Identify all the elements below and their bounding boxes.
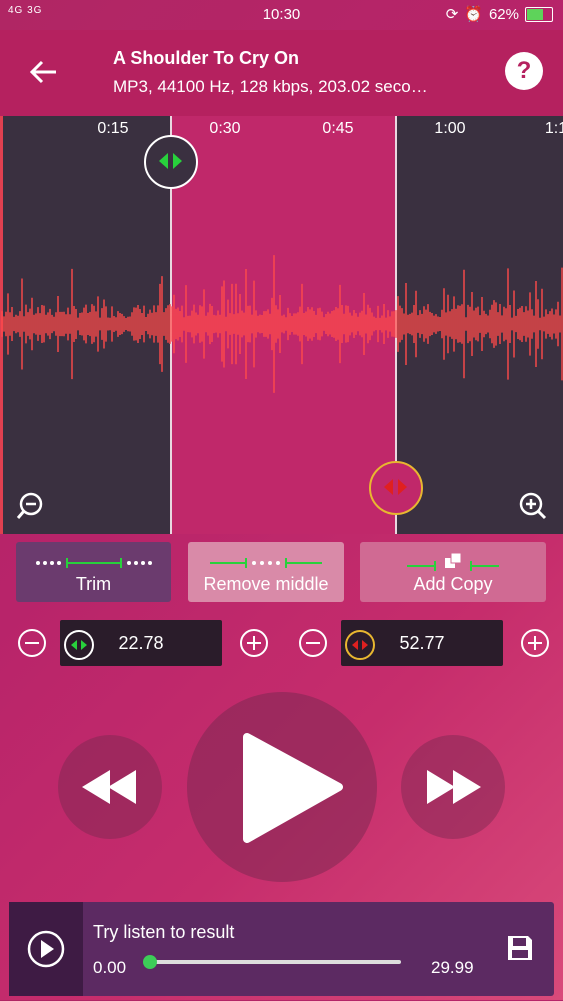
result-progress-thumb[interactable] bbox=[143, 955, 157, 969]
remove-middle-button[interactable]: Remove middle bbox=[188, 542, 344, 602]
add-copy-icon bbox=[407, 552, 499, 571]
start-decrease-button[interactable] bbox=[18, 629, 46, 657]
zoom-out-icon[interactable] bbox=[15, 491, 45, 521]
battery-icon bbox=[525, 6, 553, 22]
add-copy-button[interactable]: Add Copy bbox=[360, 542, 546, 602]
status-bar: 4G 3G 10:30 ⟳ ⏰ 62% bbox=[0, 0, 563, 30]
zoom-in-icon[interactable] bbox=[518, 491, 548, 521]
app-header: A Shoulder To Cry On MP3, 44100 Hz, 128 … bbox=[0, 30, 563, 116]
track-info: MP3, 44100 Hz, 128 kbps, 203.02 seco… bbox=[113, 77, 428, 96]
end-increase-button[interactable] bbox=[521, 629, 549, 657]
result-play-button[interactable] bbox=[9, 902, 83, 996]
back-arrow-icon[interactable] bbox=[28, 56, 60, 88]
save-icon[interactable] bbox=[506, 934, 534, 962]
result-progress-track[interactable] bbox=[151, 960, 401, 964]
waveform-path bbox=[1, 255, 563, 393]
remove-middle-icon bbox=[210, 558, 322, 568]
rewind-icon bbox=[82, 770, 136, 804]
start-value-field[interactable]: 22.78 bbox=[60, 620, 222, 666]
result-caption: Try listen to result bbox=[93, 922, 235, 942]
alarm-icon: ⏰ bbox=[464, 6, 483, 23]
end-handle[interactable] bbox=[369, 461, 423, 515]
remove-middle-label: Remove middle bbox=[203, 574, 329, 594]
end-value: 52.77 bbox=[399, 633, 445, 653]
end-decrease-button[interactable] bbox=[299, 629, 327, 657]
result-player: Try listen to result 0.00 29.99 bbox=[9, 902, 554, 996]
play-icon bbox=[243, 733, 343, 843]
play-circle-icon bbox=[27, 930, 65, 968]
start-increase-button[interactable] bbox=[240, 629, 268, 657]
start-value: 22.78 bbox=[118, 633, 164, 653]
result-current-time: 0.00 bbox=[93, 958, 127, 977]
end-value-field[interactable]: 52.77 bbox=[341, 620, 503, 666]
fast-forward-icon bbox=[427, 770, 481, 804]
add-copy-label: Add Copy bbox=[413, 574, 493, 594]
battery-percent: 62% bbox=[488, 5, 519, 23]
waveform bbox=[1, 255, 563, 393]
lock-rotation-icon: ⟳ bbox=[445, 6, 459, 23]
play-button[interactable] bbox=[187, 692, 377, 882]
rewind-button[interactable] bbox=[58, 735, 162, 839]
trim-label: Trim bbox=[75, 574, 112, 594]
red-arrows-icon bbox=[384, 479, 407, 495]
start-handle[interactable] bbox=[144, 135, 198, 189]
trim-button[interactable]: Trim bbox=[16, 542, 171, 602]
help-button[interactable]: ? bbox=[505, 52, 543, 90]
waveform-editor[interactable]: 0:15 0:30 0:45 1:00 1:1 bbox=[0, 116, 563, 534]
track-title: A Shoulder To Cry On bbox=[113, 48, 300, 68]
fast-forward-button[interactable] bbox=[401, 735, 505, 839]
green-arrows-icon bbox=[159, 153, 182, 169]
result-duration: 29.99 bbox=[431, 958, 474, 977]
trim-mode-icon bbox=[35, 558, 152, 568]
